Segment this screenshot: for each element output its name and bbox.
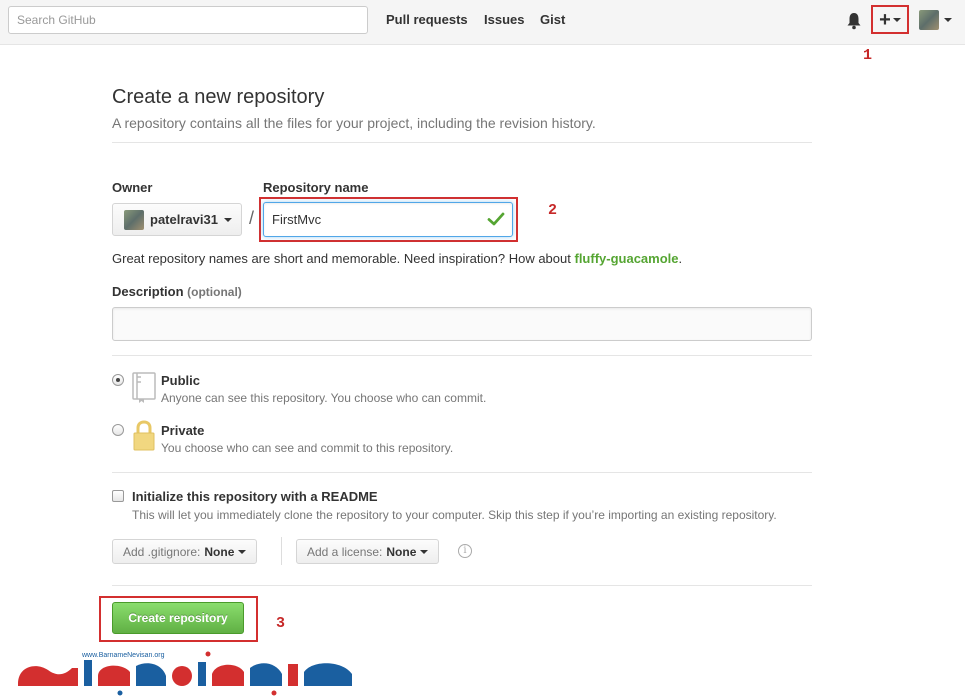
gitignore-value: None — [204, 544, 235, 559]
create-repository-button[interactable]: Create repository — [112, 602, 244, 634]
caret-down-icon — [238, 549, 247, 554]
hint-suffix: . — [678, 251, 683, 266]
lock-icon — [133, 420, 155, 451]
repo-name-input[interactable] — [263, 202, 513, 237]
nav-pull-requests[interactable]: Pull requests — [386, 12, 468, 27]
watermark-logo: www.BarnameNevisan.org — [18, 651, 352, 696]
private-radio[interactable] — [112, 424, 124, 436]
divider — [112, 142, 812, 143]
create-new-menu[interactable]: + — [871, 5, 909, 34]
owner-label: Owner — [112, 180, 153, 195]
hint-text: Great repository names are short and mem… — [112, 251, 571, 266]
name-suggestion: fluffy-guacamole — [574, 251, 679, 266]
description-optional: (optional) — [187, 285, 242, 299]
select-separator — [281, 537, 282, 565]
license-value: None — [386, 544, 417, 559]
bell-icon[interactable] — [846, 12, 862, 30]
avatar — [919, 10, 939, 30]
owner-select[interactable]: patelravi31 — [112, 203, 242, 236]
caret-down-icon — [944, 18, 952, 22]
license-label: Add a license: — [307, 544, 383, 559]
public-description: Anyone can see this repository. You choo… — [161, 391, 487, 405]
page-subtitle: A repository contains all the files for … — [112, 115, 596, 131]
nav-gist[interactable]: Gist — [540, 12, 565, 27]
gitignore-select[interactable]: Add .gitignore: None — [112, 539, 258, 564]
annotation-step-2: 2 — [548, 202, 558, 219]
caret-down-icon — [420, 549, 429, 554]
repo-name-hint: Great repository names are short and mem… — [112, 251, 682, 266]
public-title: Public — [161, 373, 201, 388]
divider — [112, 472, 812, 473]
owner-repo-separator: / — [249, 208, 255, 228]
annotation-step-3: 3 — [276, 615, 286, 632]
search-input[interactable] — [8, 6, 368, 34]
caret-down-icon — [223, 217, 232, 222]
owner-avatar — [124, 209, 144, 230]
user-menu[interactable] — [919, 10, 952, 30]
private-title: Private — [161, 423, 205, 438]
plus-icon: + — [879, 8, 891, 31]
watermark-url: www.BarnameNevisan.org — [81, 652, 165, 659]
readme-checkbox[interactable] — [112, 490, 124, 502]
top-header: Pull requests Issues Gist + — [0, 0, 965, 45]
readme-title: Initialize this repository with a README — [132, 489, 378, 504]
public-radio[interactable] — [112, 374, 124, 386]
owner-name: patelravi31 — [150, 212, 218, 227]
caret-down-icon — [892, 17, 901, 22]
description-label: Description (optional) — [112, 284, 242, 299]
info-icon[interactable]: i — [458, 544, 472, 558]
annotation-step-1: 1 — [863, 47, 873, 64]
gitignore-label: Add .gitignore: — [123, 544, 201, 559]
license-select[interactable]: Add a license: None — [296, 539, 440, 564]
description-label-text: Description — [112, 284, 184, 299]
description-input[interactable] — [112, 307, 812, 341]
check-icon — [487, 212, 505, 226]
nav-issues[interactable]: Issues — [484, 12, 524, 27]
repo-name-label: Repository name — [263, 180, 369, 195]
private-description: You choose who can see and commit to thi… — [161, 441, 454, 455]
page-title: Create a new repository — [112, 86, 325, 108]
repo-book-icon — [132, 372, 156, 403]
divider — [112, 585, 812, 586]
readme-description: This will let you immediately clone the … — [132, 508, 777, 522]
divider — [112, 355, 812, 356]
